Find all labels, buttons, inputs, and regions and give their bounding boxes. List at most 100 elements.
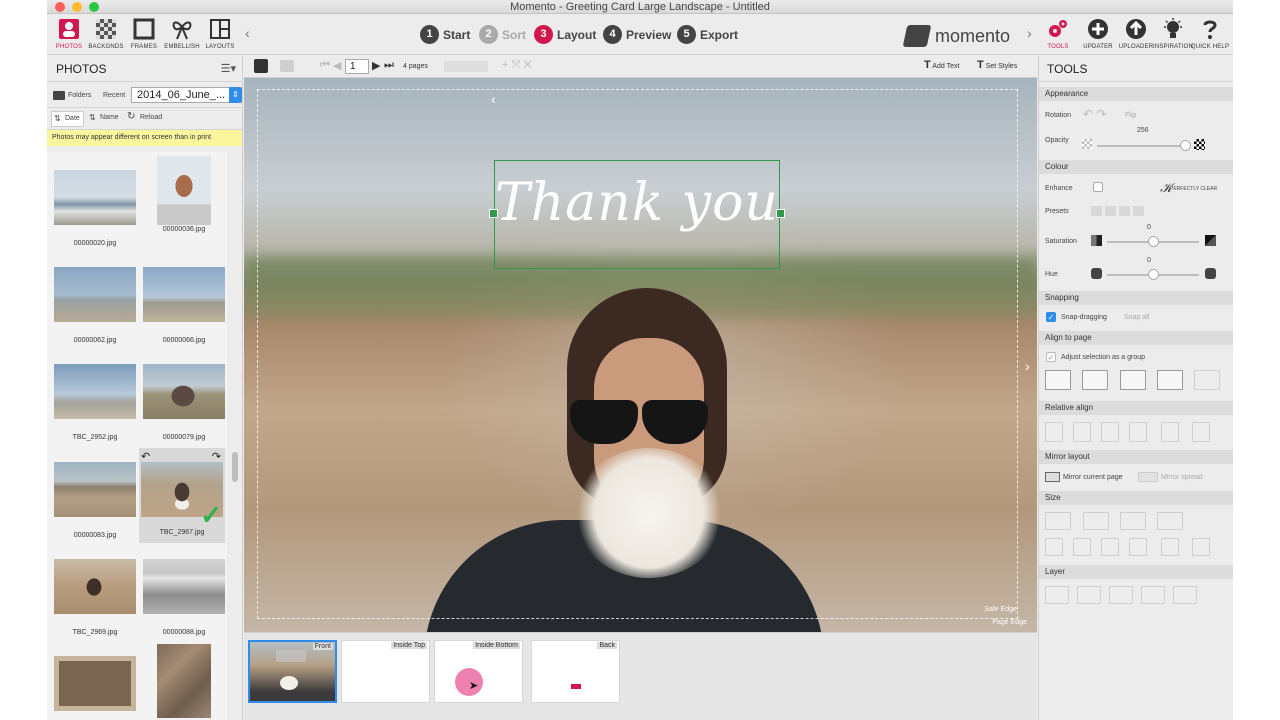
step-preview-label: Preview xyxy=(626,27,672,42)
size-match-button-2 xyxy=(1073,538,1091,556)
saturation-slider-knob[interactable] xyxy=(1148,236,1159,247)
rotation-label: Rotation xyxy=(1045,112,1072,119)
tools-button[interactable]: TOOLS xyxy=(1036,18,1080,50)
backgrounds-icon xyxy=(96,19,116,39)
photo-thumb[interactable]: 00000036.jpg xyxy=(143,156,225,233)
step-export-number: 5 xyxy=(677,25,696,44)
sort-row: ⇅ Date ⇅ Name ↻ Reload xyxy=(47,108,242,130)
photo-thumb[interactable] xyxy=(54,656,136,711)
snap-dragging-label: Snap-dragging xyxy=(1061,314,1107,321)
layouts-tool-label: LAYOUTS xyxy=(205,44,235,50)
opacity-slider[interactable] xyxy=(1097,145,1185,147)
step-start[interactable]: 1 Start xyxy=(420,25,470,44)
collapse-left-chevron-icon[interactable]: ‹ xyxy=(245,25,250,41)
resize-handle-right[interactable] xyxy=(776,209,785,218)
front-thumb-textbox xyxy=(276,650,306,662)
step-export[interactable]: 5 Export xyxy=(677,25,738,44)
perfectly-clear-label: PERFECTLY CLEAR xyxy=(1170,186,1218,192)
folder-icon[interactable] xyxy=(53,91,65,100)
photo-thumb[interactable] xyxy=(143,644,225,718)
folders-label[interactable]: Folders xyxy=(68,92,91,99)
page-thumb-inside-bottom[interactable]: Inside Bottom ➤ xyxy=(434,640,523,703)
photo-image xyxy=(54,559,136,614)
mirror-current-icon[interactable] xyxy=(1045,472,1060,482)
title-bar: Momento - Greeting Card Large Landscape … xyxy=(47,0,1233,14)
card-canvas[interactable]: Safe Edge Page Edge Thank you ‹ › xyxy=(244,78,1037,632)
photo-image xyxy=(143,267,225,322)
snap-all-label: Snap all xyxy=(1124,314,1150,321)
snapping-section: Snapping xyxy=(1039,291,1233,305)
photo-filename: 00000062.jpg xyxy=(73,337,117,344)
add-text-button[interactable]: T Add Text xyxy=(924,59,959,75)
quick-help-button[interactable]: QUICK HELP xyxy=(1188,18,1232,50)
expand-arrow-icon: ‹ xyxy=(491,91,496,107)
photo-thumb-selected[interactable]: ↶ ↷ ✓ TBC_2967.jpg xyxy=(139,448,225,543)
panel-menu-icon[interactable]: ☰▾ xyxy=(221,56,236,82)
sort-date-label: Date xyxy=(65,115,80,122)
step-sort[interactable]: 2 Sort xyxy=(479,25,526,44)
snap-dragging-checkbox[interactable]: ✓ xyxy=(1046,312,1056,322)
saturation-label: Saturation xyxy=(1045,238,1077,245)
next-page-icon[interactable]: ▶ xyxy=(372,59,380,72)
step-preview[interactable]: 4 Preview xyxy=(603,25,671,44)
folder-select[interactable]: 2014_06_June_... ⇕ xyxy=(131,87,242,103)
sort-name-button[interactable]: ⇅ Name xyxy=(87,111,121,127)
layer-back-button xyxy=(1141,586,1165,604)
align-center-horizontal-button[interactable] xyxy=(1120,370,1146,390)
enhance-checkbox[interactable] xyxy=(1093,182,1103,192)
page-thumb-label: Inside Bottom xyxy=(473,642,520,649)
photo-image xyxy=(54,170,136,225)
set-styles-button[interactable]: T Set Styles xyxy=(977,59,1017,75)
tools-panel: TOOLS Appearance Rotation ↶ ↷ Flip Opaci… xyxy=(1038,56,1233,720)
scrollbar-thumb[interactable] xyxy=(232,452,238,482)
photo-image xyxy=(157,644,211,718)
step-preview-number: 4 xyxy=(603,25,622,44)
enhance-label: Enhance xyxy=(1045,185,1073,192)
photos-icon xyxy=(59,19,79,39)
opacity-slider-knob[interactable] xyxy=(1179,140,1191,151)
layouts-tool-button[interactable]: LAYOUTS xyxy=(198,18,242,50)
page-thumb-back[interactable]: Back xyxy=(531,640,620,703)
mirror-current-label[interactable]: Mirror current page xyxy=(1063,474,1123,481)
photo-thumb[interactable]: 00000066.jpg xyxy=(143,267,225,344)
photo-thumb[interactable]: TBC_2952.jpg xyxy=(54,364,136,441)
copy-page-icon xyxy=(280,60,294,72)
align-center-vertical-button[interactable] xyxy=(1082,370,1108,390)
save-icon[interactable] xyxy=(254,59,268,73)
size-match-button-3 xyxy=(1101,538,1119,556)
recent-label[interactable]: Recent xyxy=(103,92,125,99)
last-page-icon[interactable]: ⏭ xyxy=(384,59,394,72)
text-box-selected[interactable]: Thank you xyxy=(489,160,785,269)
photo-thumb[interactable]: 00000020.jpg xyxy=(54,170,136,247)
photo-thumb[interactable]: 00000062.jpg xyxy=(54,267,136,344)
adjust-group-checkbox[interactable]: ✓ xyxy=(1046,352,1056,362)
select-arrows-icon[interactable]: ⇕ xyxy=(229,87,242,103)
collapse-right-chevron-icon[interactable]: › xyxy=(1027,25,1032,41)
first-page-icon: ⏮ xyxy=(320,59,330,71)
card-text[interactable]: Thank you xyxy=(495,173,779,233)
photo-thumb[interactable]: TBC_2969.jpg xyxy=(54,559,136,636)
page-thumb-label: Inside Top xyxy=(391,642,427,649)
photo-thumb[interactable]: 00000079.jpg xyxy=(143,364,225,441)
page-number-input[interactable]: 1 xyxy=(345,59,369,74)
photo-thumb[interactable]: 00000083.jpg xyxy=(54,462,136,539)
size-match-button-4 xyxy=(1129,538,1147,556)
page-thumb-inside-top[interactable]: Inside Top xyxy=(341,640,430,703)
set-styles-icon: T xyxy=(977,59,984,71)
reload-button[interactable]: ↻ Reload xyxy=(126,111,166,127)
step-layout[interactable]: 3 Layout xyxy=(534,25,596,44)
brand-name: momento xyxy=(935,25,1011,46)
size-section: Size xyxy=(1039,491,1233,505)
page-thumb-front[interactable]: Front xyxy=(248,640,337,703)
photo-grid-scrollbar[interactable] xyxy=(231,152,239,720)
sort-date-button[interactable]: ⇅ Date xyxy=(51,111,84,127)
align-fill-page-button[interactable] xyxy=(1157,370,1183,390)
page-edge-label: Page Edge xyxy=(992,619,1027,626)
sort-name-icon: ⇅ xyxy=(89,113,96,122)
relative-align-section: Relative align xyxy=(1039,401,1233,415)
align-center-both-button[interactable] xyxy=(1045,370,1071,390)
resize-handle-left[interactable] xyxy=(489,209,498,218)
photos-panel-header: PHOTOS ☰▾ xyxy=(47,56,242,82)
photo-thumb[interactable]: 00000088.jpg xyxy=(143,559,225,636)
hue-slider-knob[interactable] xyxy=(1148,269,1159,280)
